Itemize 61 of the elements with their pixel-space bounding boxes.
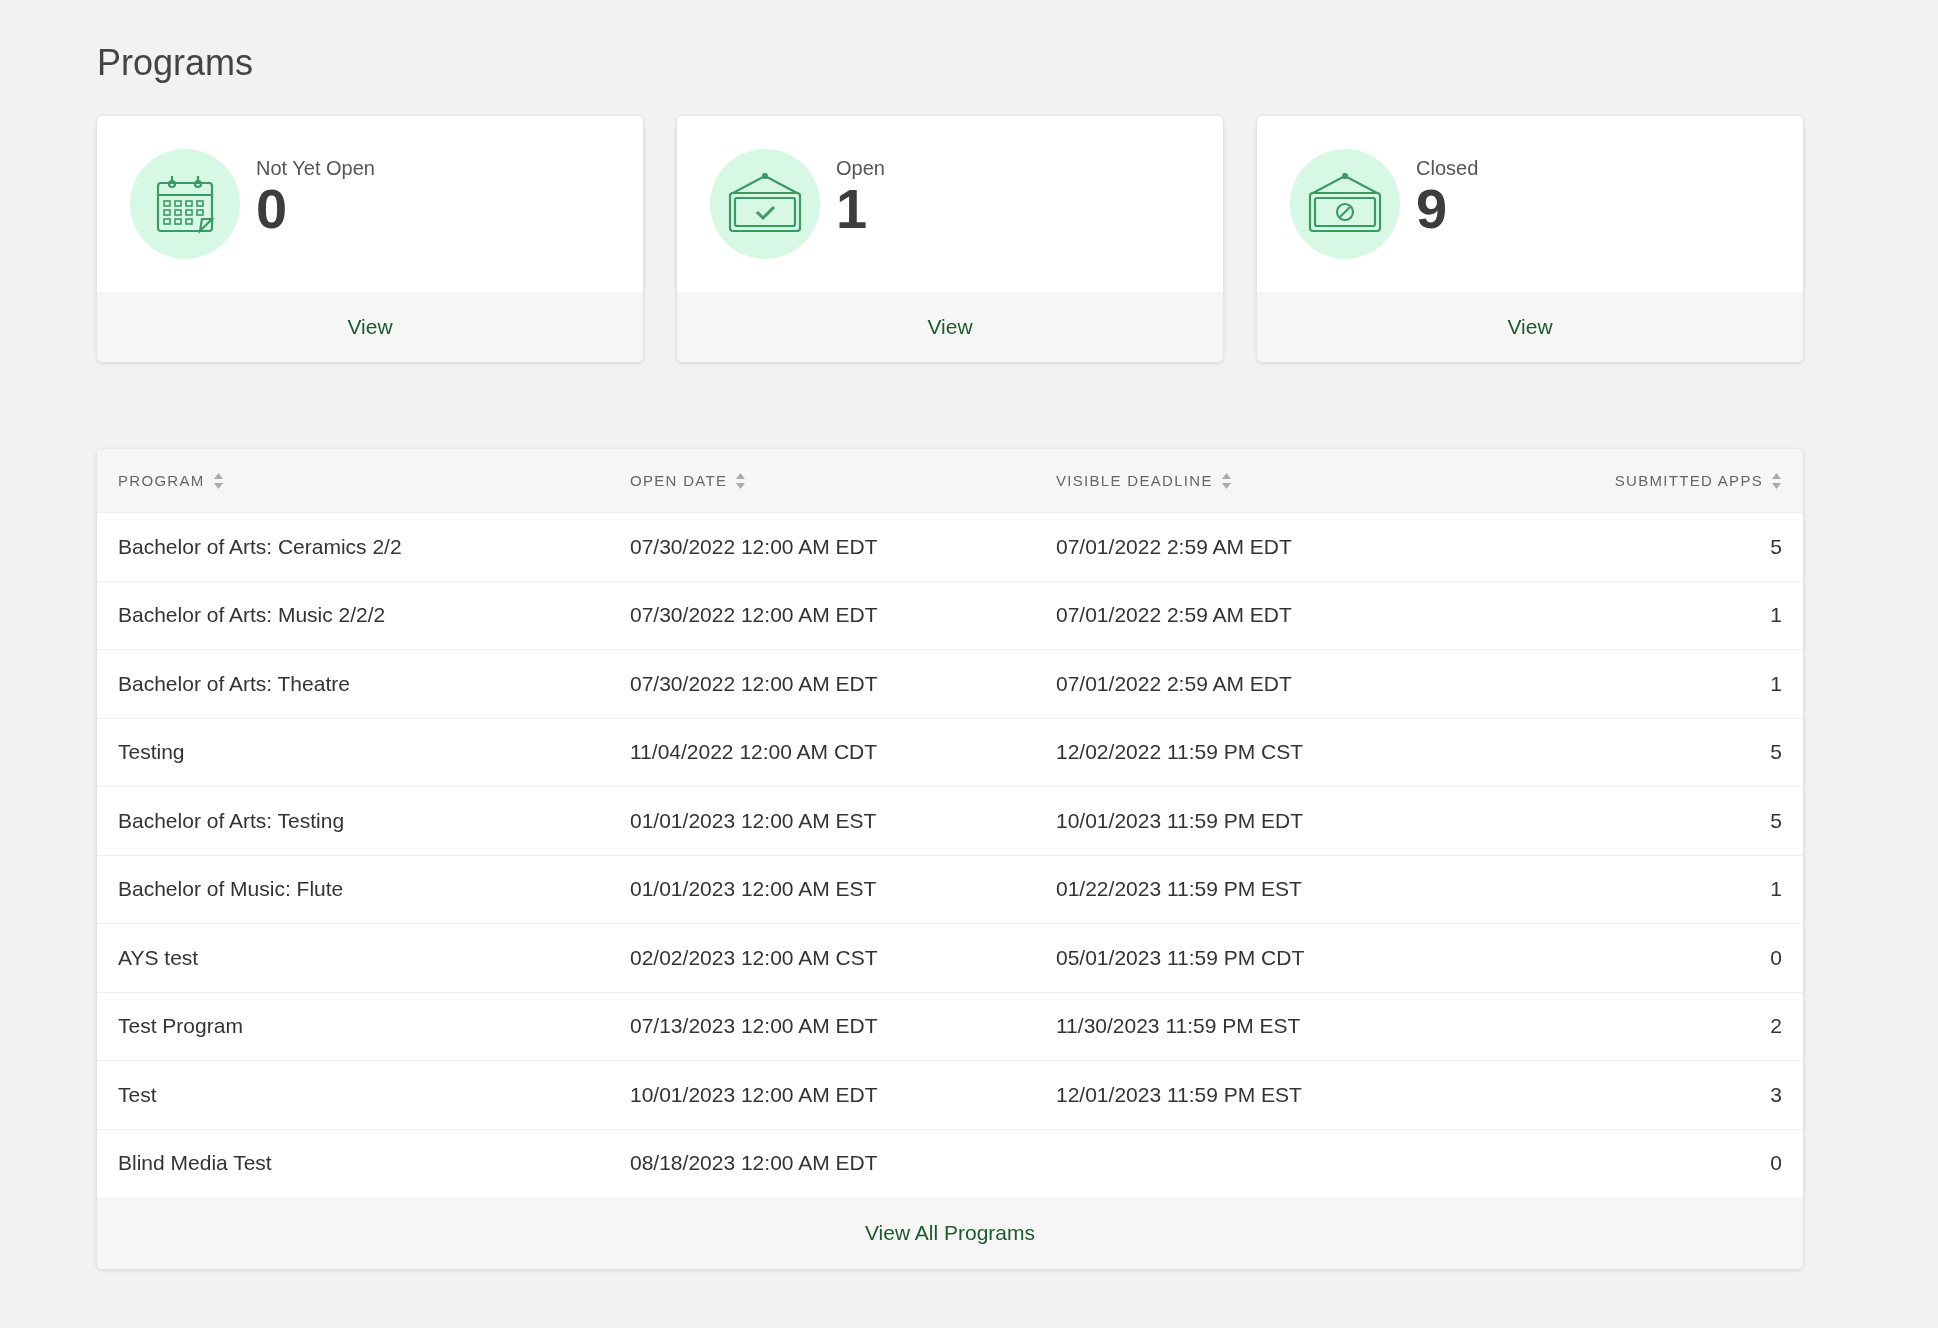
view-link[interactable]: View <box>677 292 1223 362</box>
table-cell-text: 07/01/2022 2:59 AM EDT <box>1056 603 1293 628</box>
card-count: 0 <box>256 180 289 239</box>
table-cell-text: 01/01/2023 12:00 AM EST <box>630 808 878 833</box>
table-cell-text: Bachelor of Arts: Theatre <box>118 671 351 696</box>
card-count: 1 <box>836 180 868 239</box>
table-cell-text: 12/01/2023 11:59 PM EST <box>1056 1082 1303 1107</box>
table-cell-text: 3 <box>1769 1082 1782 1107</box>
table-cell-text: Blind Media Test <box>118 1151 273 1176</box>
table-cell-text: 07/01/2022 2:59 AM EDT <box>1056 671 1293 696</box>
column-header[interactable]: VISIBLE DEADLINE <box>1056 472 1213 489</box>
card-label: Closed <box>1416 157 1479 181</box>
sort-icon[interactable] <box>212 471 224 490</box>
table-cell-text: 02/02/2023 12:00 AM CST <box>630 945 879 970</box>
table-cell-text: 5 <box>1769 740 1782 765</box>
table-cell-text: 07/30/2022 12:00 AM EDT <box>630 534 879 559</box>
table-cell-text: Testing <box>118 740 186 765</box>
view-all-link[interactable]: View All Programs <box>97 1197 1803 1269</box>
table-cell-text: 2 <box>1769 1014 1782 1039</box>
sign-blocked-icon <box>1307 173 1383 235</box>
table-cell-text: 01/22/2023 11:59 PM EST <box>1056 877 1303 902</box>
view-link[interactable]: View <box>1257 292 1803 362</box>
sort-icon[interactable] <box>1771 471 1782 490</box>
card-label: Not Yet Open <box>256 157 375 181</box>
table-cell-text: 12/02/2022 11:59 PM CST <box>1056 740 1305 765</box>
table-cell-text: 07/30/2022 12:00 AM EDT <box>630 603 879 628</box>
table-cell-text: 08/18/2023 12:00 AM EDT <box>630 1151 879 1176</box>
table-cell-text: 05/01/2023 11:59 PM CDT <box>1056 945 1306 970</box>
table-cell-text: 07/13/2023 12:00 AM EDT <box>630 1014 879 1039</box>
table-cell-text: 5 <box>1769 808 1782 833</box>
table-cell-text: 10/01/2023 11:59 PM EDT <box>1056 808 1305 833</box>
table-cell-text: 07/30/2022 12:00 AM EDT <box>630 671 879 696</box>
table-cell-text: Test Program <box>118 1014 244 1039</box>
table-cell-text: Bachelor of Music: Flute <box>118 877 345 902</box>
table-cell-text: Bachelor of Arts: Testing <box>118 808 346 833</box>
table-cell-text: AYS test <box>118 945 200 970</box>
column-header[interactable]: SUBMITTED APPS <box>1614 472 1763 489</box>
sort-icon[interactable] <box>735 471 747 490</box>
table-cell-text: 1 <box>1769 671 1782 696</box>
table-cell-text: 01/01/2023 12:00 AM EST <box>630 877 878 902</box>
card-label: Open <box>836 157 885 181</box>
table-cell-text: 0 <box>1769 1151 1782 1176</box>
sort-icon[interactable] <box>1220 471 1232 490</box>
table-cell-text: 11/04/2022 12:00 AM CDT <box>630 740 879 765</box>
table-cell-text: Bachelor of Arts: Music 2/2/2 <box>118 603 387 628</box>
column-header[interactable]: PROGRAM <box>118 472 205 489</box>
table-cell-text: 11/30/2023 11:59 PM EST <box>1056 1014 1302 1039</box>
sign-check-icon <box>727 173 803 235</box>
table-cell-text: 10/01/2023 12:00 AM EDT <box>630 1082 879 1107</box>
table-cell-text: 5 <box>1769 534 1782 559</box>
table-cell-text: Bachelor of Arts: Ceramics 2/2 <box>118 534 403 559</box>
view-link[interactable]: View <box>97 292 643 362</box>
page-title: Programs <box>97 42 255 84</box>
card-count: 9 <box>1416 180 1449 239</box>
table-cell-text: 1 <box>1769 603 1782 628</box>
table-cell-text: 0 <box>1769 945 1782 970</box>
calendar-icon <box>154 173 216 235</box>
table-cell-text: Test <box>118 1082 158 1107</box>
column-header[interactable]: OPEN DATE <box>630 472 728 489</box>
table-cell-text: 07/01/2022 2:59 AM EDT <box>1056 534 1293 559</box>
table-cell-text: 1 <box>1769 877 1782 902</box>
